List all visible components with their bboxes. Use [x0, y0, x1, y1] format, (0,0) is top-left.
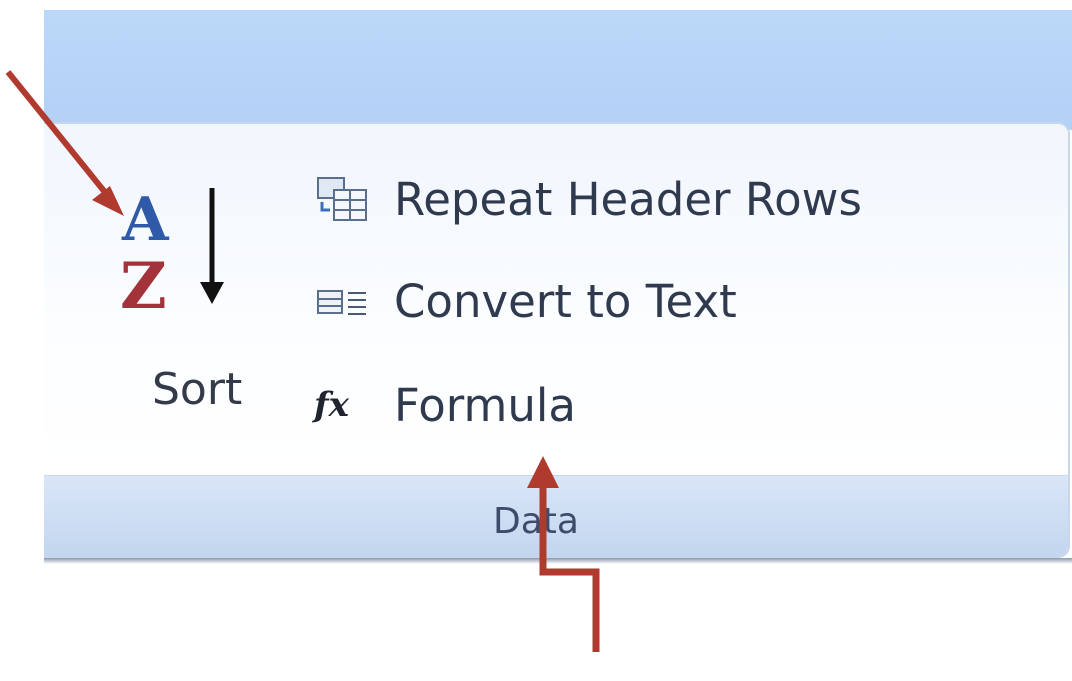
- arrow-to-formula: [527, 456, 600, 652]
- annotation-arrows: [5, 70, 600, 652]
- arrow-to-sort: [5, 70, 124, 216]
